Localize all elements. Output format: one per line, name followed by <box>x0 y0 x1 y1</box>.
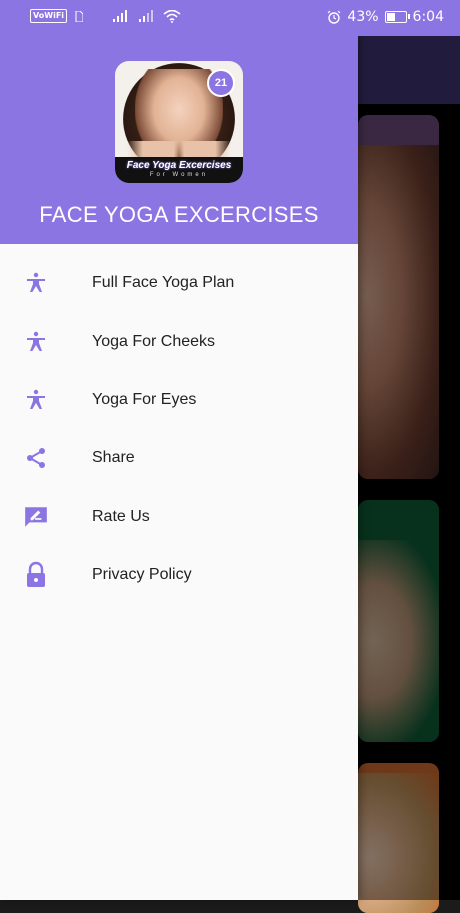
drawer-menu: Full Face Yoga Plan Yoga For Cheeks Yoga… <box>0 254 358 604</box>
lock-icon <box>22 561 50 589</box>
menu-item-label: Yoga For Cheeks <box>92 332 216 350</box>
signal-icon <box>113 10 128 22</box>
signal-icon <box>139 10 154 22</box>
menu-item-rate-us[interactable]: Rate Us <box>0 488 358 546</box>
yoga-pose-icon <box>22 269 50 297</box>
menu-item-yoga-for-cheeks[interactable]: Yoga For Cheeks <box>0 312 358 370</box>
share-icon <box>22 444 50 472</box>
menu-item-label: Full Face Yoga Plan <box>92 274 235 292</box>
app-logo: 21 Face Yoga Excercises For Women <box>115 61 243 183</box>
logo-badge: 21 <box>207 69 235 97</box>
menu-item-yoga-for-eyes[interactable]: Yoga For Eyes <box>0 371 358 429</box>
yoga-pose-icon <box>22 386 50 414</box>
menu-item-share[interactable]: Share <box>0 429 358 487</box>
status-bar: VoWiFi 43% 6:04 <box>0 0 460 36</box>
menu-item-label: Rate Us <box>92 507 150 525</box>
vowifi-icon: VoWiFi <box>30 9 68 23</box>
menu-item-label: Share <box>92 449 135 467</box>
drawer-header: 21 Face Yoga Excercises For Women FACE Y… <box>0 36 358 244</box>
alarm-icon <box>327 10 341 24</box>
menu-item-full-face-yoga-plan[interactable]: Full Face Yoga Plan <box>0 254 358 312</box>
logo-banner-title: Face Yoga Excercises <box>126 160 232 171</box>
navigation-drawer: 21 Face Yoga Excercises For Women FACE Y… <box>0 36 358 900</box>
rate-review-icon <box>22 503 50 531</box>
wifi-icon <box>163 9 181 23</box>
menu-item-label: Yoga For Eyes <box>92 390 197 408</box>
sim-icon <box>75 10 84 22</box>
battery-percent: 43% <box>347 9 379 25</box>
app-title: FACE YOGA EXCERCISES <box>39 202 319 227</box>
logo-banner-subtitle: For Women <box>149 172 209 178</box>
menu-item-label: Privacy Policy <box>92 566 192 584</box>
clock: 6:04 <box>412 9 444 25</box>
logo-banner: Face Yoga Excercises For Women <box>115 157 243 183</box>
menu-item-privacy-policy[interactable]: Privacy Policy <box>0 546 358 604</box>
yoga-pose-icon <box>22 328 50 356</box>
battery-icon <box>384 11 410 23</box>
